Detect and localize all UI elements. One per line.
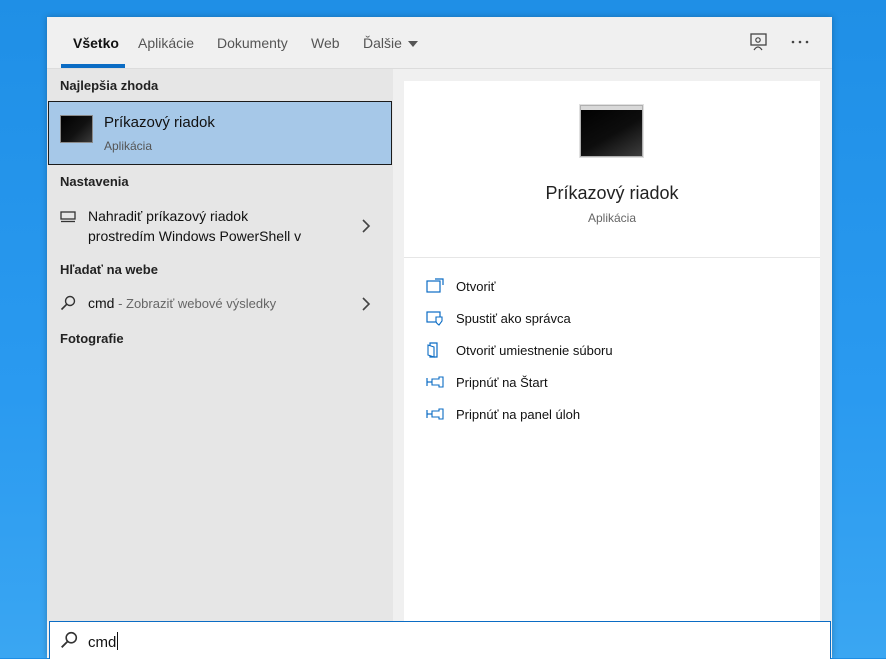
tab-more-label: Ďalšie [363,35,402,51]
settings-item[interactable]: Nahradiť príkazový riadok prostredím Win… [47,203,393,249]
chevron-right-icon [362,219,371,233]
preview-subtitle: Aplikácia [587,211,637,225]
command-prompt-large-icon [580,105,643,157]
tab-apps[interactable]: Aplikácie [138,35,194,51]
folder-icon [427,342,438,358]
filter-tabs: Všetko Aplikácie Dokumenty Web Ďalšie [47,17,832,69]
more-icon[interactable] [789,31,811,53]
action-pin-to-taskbar-label: Pripnúť na panel úloh [456,407,581,422]
best-match-title: Príkazový riadok [104,114,215,131]
tab-documents[interactable]: Dokumenty [217,35,288,51]
action-open-label: Otvoriť [456,279,496,294]
results-list: Najlepšia zhoda Príkazový riadok Aplikác… [47,69,393,621]
action-open-file-location-label: Otvoriť umiestnenie súboru [456,343,613,358]
tab-more[interactable]: Ďalšie [363,35,418,51]
preview-title: Príkazový riadok [545,183,679,203]
action-pin-to-start-label: Pripnúť na Štart [456,375,548,390]
start-search-panel: Všetko Aplikácie Dokumenty Web Ďalšie Na… [47,17,832,658]
search-box[interactable]: cmd [49,621,831,659]
best-match-item[interactable]: Príkazový riadok Aplikácia [48,101,392,165]
open-icon [426,278,444,293]
settings-heading: Nastavenia [60,174,129,189]
pin-icon [426,376,444,388]
action-run-as-admin-label: Spustiť ako správca [456,311,571,326]
command-prompt-icon [60,115,93,143]
search-input-value: cmd [88,634,117,651]
text-cursor [117,632,119,650]
pin-icon [426,408,444,420]
chevron-right-icon [362,297,371,311]
shield-icon [426,311,443,326]
best-match-heading: Najlepšia zhoda [60,78,159,93]
settings-item-line1: Nahradiť príkazový riadok [88,208,249,224]
active-tab-indicator [61,64,125,68]
tab-web[interactable]: Web [311,35,340,51]
search-icon [60,295,76,311]
display-icon [60,211,76,223]
web-search-query: cmd [88,295,115,311]
feedback-icon[interactable] [748,31,770,53]
search-input[interactable]: cmd [88,632,119,651]
settings-item-line2: prostredím Windows PowerShell v [88,228,302,244]
search-icon [61,631,78,648]
preview-divider [404,257,820,258]
web-search-text: cmd - Zobraziť webové výsledky [88,293,276,314]
preview-pane: Príkazový riadok Aplikácia Otvoriť Spust… [404,81,820,621]
web-search-heading: Hľadať na webe [60,262,158,277]
caret-down-icon [407,41,418,48]
web-search-item[interactable]: cmd - Zobraziť webové výsledky [47,291,393,317]
web-search-suffix: - Zobraziť webové výsledky [114,296,277,311]
best-match-subtitle: Aplikácia [104,139,153,153]
photos-heading[interactable]: Fotografie [60,331,124,346]
tab-all[interactable]: Všetko [73,35,119,51]
